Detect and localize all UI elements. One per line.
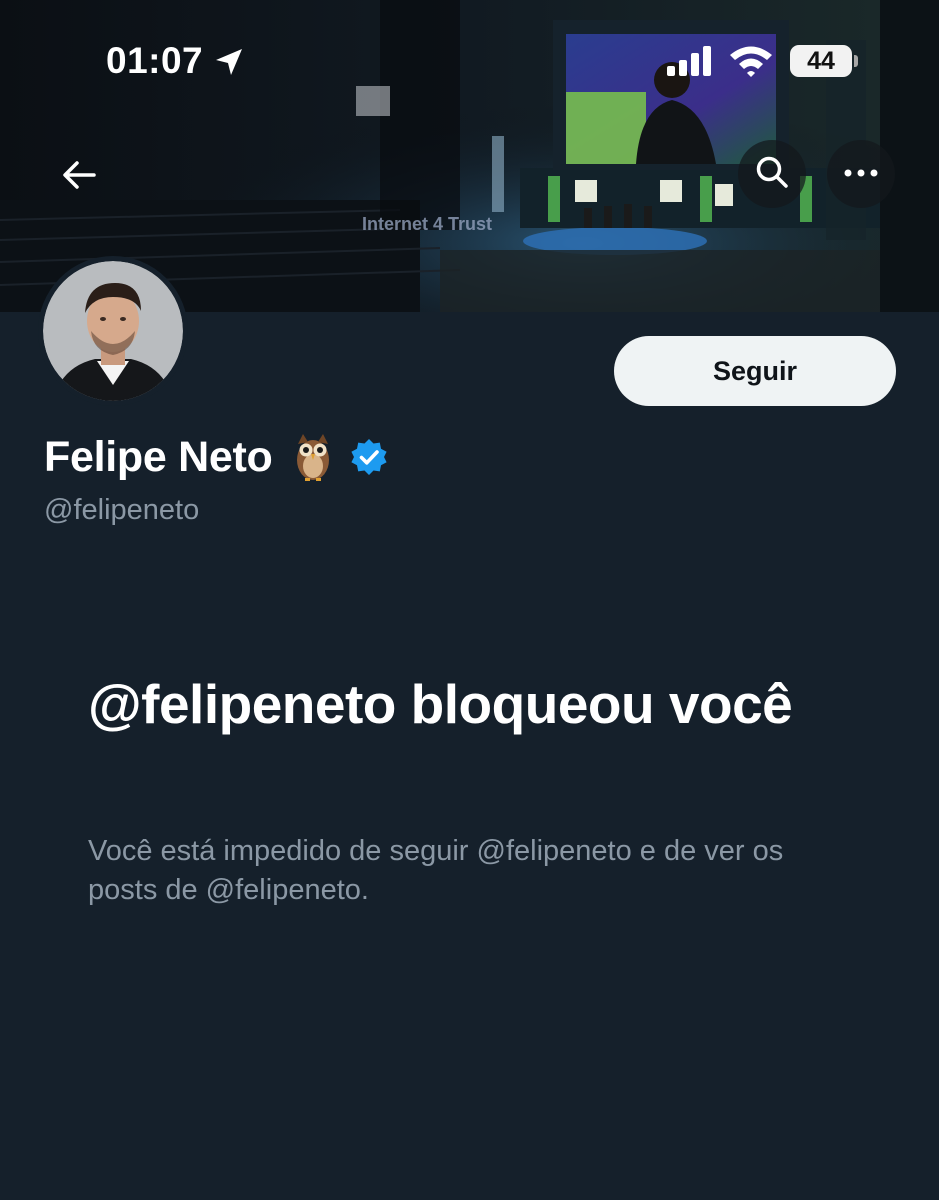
display-name: Felipe Neto [44, 432, 273, 481]
back-arrow-icon [62, 160, 96, 195]
status-bar: 01:07 44 [0, 0, 939, 120]
more-options-button[interactable] [827, 140, 895, 208]
back-button[interactable] [50, 148, 108, 206]
search-icon [755, 155, 789, 194]
battery-icon: 44 [790, 45, 852, 77]
owl-emoji-icon [294, 432, 332, 482]
follow-button[interactable]: Seguir [614, 336, 896, 406]
profile-handle: @felipeneto [44, 494, 200, 526]
status-time: 01:07 [106, 40, 204, 81]
verified-badge-icon[interactable] [350, 438, 388, 476]
profile-name-row: Felipe Neto [44, 426, 388, 488]
more-icon [844, 165, 878, 183]
avatar-image [43, 261, 183, 401]
location-arrow-icon [213, 46, 245, 83]
blocked-description: Você está impedido de seguir @felipeneto… [88, 835, 784, 906]
battery-tip [854, 55, 858, 67]
stage-text: Internet 4 Trust [362, 214, 492, 234]
profile-avatar[interactable] [38, 256, 188, 406]
cellular-signal-icon [666, 46, 716, 81]
wifi-icon [728, 44, 774, 83]
search-button[interactable] [738, 140, 806, 208]
blocked-title: @felipeneto bloqueou você [88, 673, 793, 735]
